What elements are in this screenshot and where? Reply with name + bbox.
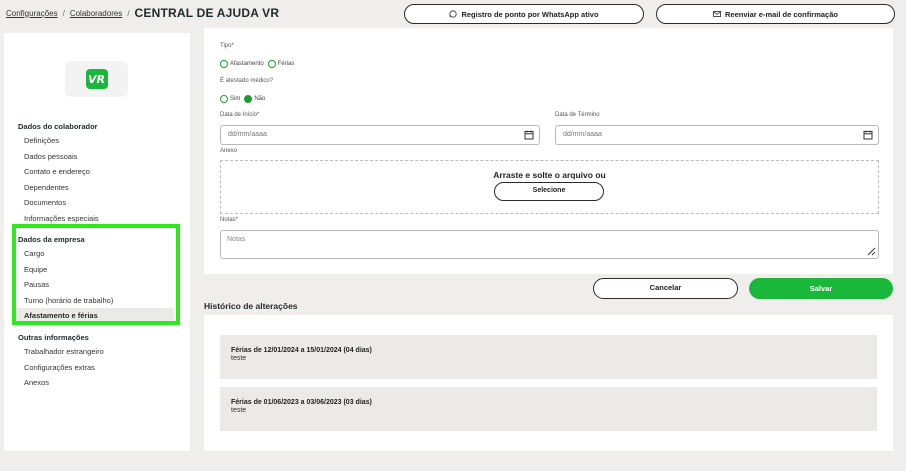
- nav-group-outras: Outras informações Trabalhador estrangei…: [4, 332, 190, 391]
- whatsapp-status-button[interactable]: Registro de ponto por WhatsApp ativo: [404, 4, 644, 24]
- resize-handle-icon[interactable]: [866, 246, 876, 256]
- radio-sim-label: Sim: [230, 96, 241, 102]
- radio-afastamento[interactable]: [220, 60, 228, 68]
- breadcrumb-link-configuracoes[interactable]: Configurações: [6, 9, 58, 18]
- select-file-button[interactable]: Selecione: [494, 182, 604, 201]
- logo-container: VR: [65, 61, 128, 97]
- notes-textarea[interactable]: Notas: [220, 230, 879, 259]
- file-dropzone[interactable]: Arraste e solte o arquivo ou Selecione: [220, 160, 879, 214]
- notas-label: Notas*: [220, 217, 239, 223]
- atestado-radio-group: Sim Não: [220, 95, 267, 103]
- data-termino-placeholder: dd/mm/aaaa: [563, 131, 602, 138]
- resend-email-label: Reenviar e-mail de confirmação: [725, 9, 838, 19]
- tipo-label: Tipo*: [220, 43, 234, 49]
- radio-nao[interactable]: [244, 95, 253, 103]
- sidebar-item-dados-pessoais[interactable]: Dados pessoais: [4, 149, 190, 165]
- sidebar-item-configuracoes-extras[interactable]: Configurações extras: [4, 360, 190, 376]
- tipo-radio-group: Afastamento Férias: [220, 60, 296, 68]
- sidebar-item-anexos[interactable]: Anexos: [4, 375, 190, 391]
- notes-placeholder: Notas: [227, 236, 246, 243]
- calendar-icon[interactable]: [524, 130, 534, 140]
- breadcrumb-link-colaboradores[interactable]: Colaboradores: [70, 9, 122, 18]
- sidebar: VR Dados do colaborador Definições Dados…: [4, 33, 190, 451]
- sidebar-item-trabalhador-estrangeiro[interactable]: Trabalhador estrangeiro: [4, 344, 190, 360]
- data-termino-input[interactable]: dd/mm/aaaa: [555, 125, 879, 145]
- page-title: CENTRAL DE AJUDA VR: [134, 6, 280, 20]
- radio-afastamento-label: Afastamento: [230, 61, 264, 67]
- radio-sim[interactable]: [220, 95, 228, 103]
- dropzone-text: Arraste e solte o arquivo ou: [493, 170, 606, 180]
- history-item-period: Férias de 12/01/2024 a 15/01/2024 (04 di…: [231, 347, 372, 354]
- breadcrumb-separator: /: [127, 8, 130, 18]
- history-title: Histórico de alterações: [204, 301, 298, 311]
- data-termino-label: Data de Término: [555, 112, 600, 118]
- whatsapp-status-label: Registro de ponto por WhatsApp ativo: [461, 9, 599, 19]
- leave-form: Tipo* Afastamento Férias É atestado médi…: [204, 28, 893, 274]
- nav-group-title: Dados do colaborador: [18, 122, 98, 131]
- cancel-button[interactable]: Cancelar: [593, 278, 738, 299]
- history-item: Férias de 12/01/2024 a 15/01/2024 (04 di…: [220, 335, 877, 379]
- atestado-label: É atestado médico?: [220, 78, 274, 84]
- anexo-label: Anexo: [220, 148, 238, 154]
- sidebar-item-dependentes[interactable]: Dependentes: [4, 180, 190, 196]
- data-inicio-placeholder: dd/mm/aaaa: [228, 131, 267, 138]
- radio-ferias-label: Férias: [277, 61, 295, 67]
- resend-email-button[interactable]: Reenviar e-mail de confirmação: [656, 4, 895, 24]
- history-item: Férias de 01/06/2023 a 03/06/2023 (03 di…: [220, 387, 877, 431]
- breadcrumb-separator: /: [62, 8, 65, 18]
- nav-group-colaborador: Dados do colaborador Definições Dados pe…: [4, 121, 190, 226]
- radio-nao-label: Não: [254, 96, 266, 102]
- data-inicio-input[interactable]: dd/mm/aaaa: [220, 125, 540, 145]
- whatsapp-icon: [449, 10, 458, 18]
- nav-group-title: Outras informações: [18, 333, 89, 342]
- history-item-note: teste: [231, 407, 247, 414]
- history-card: Férias de 12/01/2024 a 15/01/2024 (04 di…: [204, 315, 893, 451]
- save-button[interactable]: Salvar: [749, 278, 893, 299]
- top-bar: Configurações / Colaboradores / CENTRAL …: [0, 0, 906, 28]
- sidebar-item-definicoes[interactable]: Definições: [4, 133, 190, 149]
- history-item-period: Férias de 01/06/2023 a 03/06/2023 (03 di…: [231, 399, 372, 406]
- sidebar-item-documentos[interactable]: Documentos: [4, 195, 190, 211]
- radio-ferias[interactable]: [267, 60, 276, 68]
- mail-icon: [713, 11, 722, 17]
- vr-logo: VR: [85, 69, 108, 89]
- data-inicio-label: Data de Início*: [220, 112, 260, 118]
- history-item-note: teste: [231, 355, 247, 362]
- calendar-icon[interactable]: [863, 130, 873, 140]
- highlight-box: [12, 224, 180, 325]
- breadcrumb: Configurações / Colaboradores / CENTRAL …: [6, 6, 279, 20]
- sidebar-item-contato[interactable]: Contato e endereço: [4, 164, 190, 180]
